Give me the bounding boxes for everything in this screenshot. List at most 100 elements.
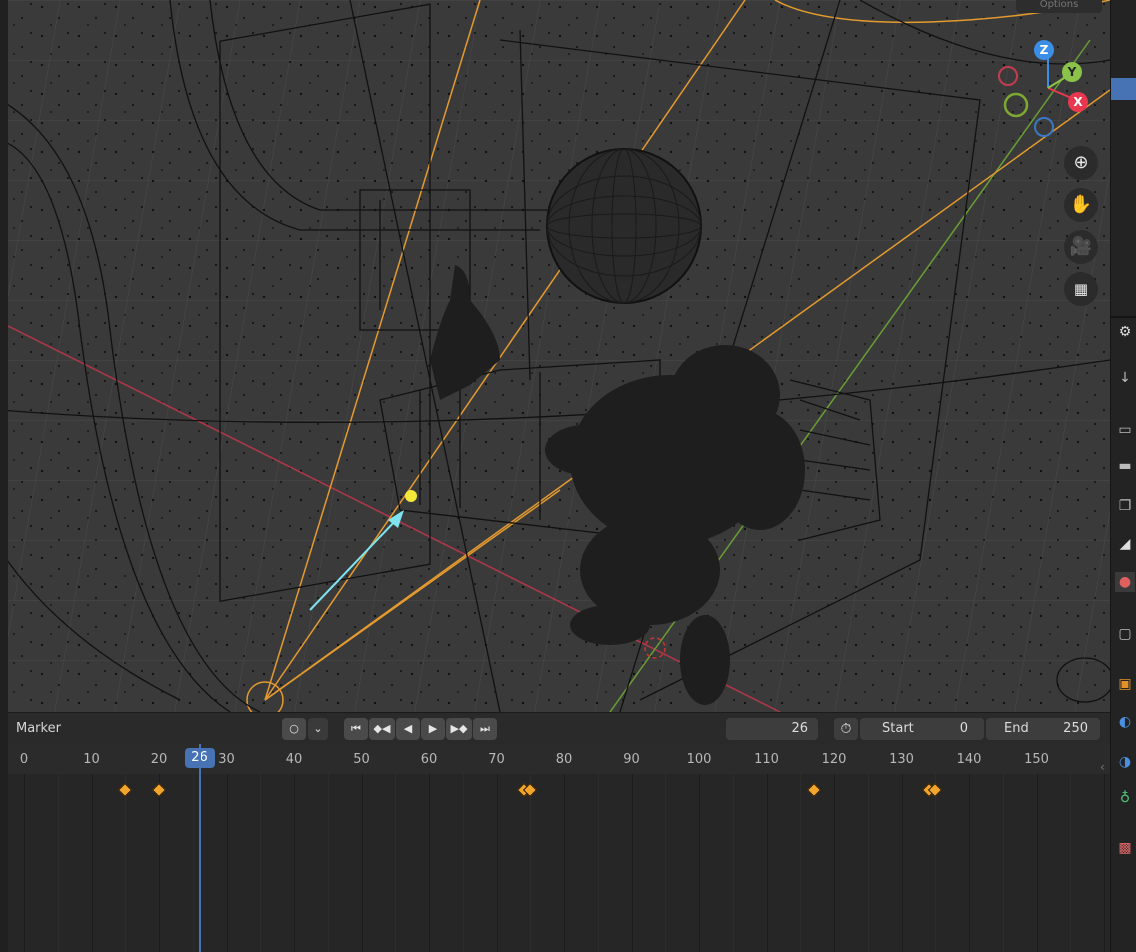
frame-gridline: [935, 774, 937, 952]
neg-y-axis-icon: [1003, 92, 1029, 118]
prev-keyframe-icon[interactable]: ◆◀: [369, 718, 395, 740]
keyframe-diamond[interactable]: [806, 782, 821, 798]
frame-gridline: [1104, 774, 1105, 952]
start-frame-field[interactable]: Start 0: [860, 718, 984, 740]
frame-gridline: [294, 774, 295, 952]
frame-gridline: [361, 774, 363, 952]
scene-icon[interactable]: ❐: [1115, 496, 1135, 516]
ruler-tick-label: 150: [1024, 752, 1049, 767]
frame-gridline: [732, 774, 734, 952]
frame-gridline: [395, 774, 397, 952]
light-origin-dot: [405, 490, 417, 502]
ruler-tick-label: 70: [488, 752, 505, 767]
viewport-scene: [0, 0, 1110, 712]
end-frame-field[interactable]: End 250: [986, 718, 1100, 740]
start-label: Start: [882, 721, 914, 736]
frame-gridline: [699, 774, 700, 952]
ruler-tick-label: 140: [956, 752, 982, 767]
camera-view-icon[interactable]: 🎥: [1064, 230, 1098, 264]
timeline-header: Marker ○ ⌄ ⏮ ◆◀ ◀ ▶ ▶◆ ⏭ 26 ⏱ Start 0 En…: [8, 712, 1110, 745]
object-icon[interactable]: ●: [1115, 572, 1135, 592]
svg-text:Z: Z: [1040, 43, 1049, 57]
ruler-tick-label: 90: [623, 752, 640, 767]
frame-gridline: [901, 774, 903, 952]
timeline-ruler[interactable]: 010203040506070809010011012013014015026: [8, 744, 1110, 774]
navigation-gizmo[interactable]: Z Y X: [996, 36, 1100, 140]
svg-text:Y: Y: [1067, 65, 1077, 79]
properties-tab-strip: ⚙ ↓ ▭ ▬ ❐ ◢ ● ▢ ▣ ◐ ◑ ♁ ▩: [1110, 0, 1136, 952]
frame-gridline: [766, 774, 768, 952]
pan-hand-icon[interactable]: ✋: [1064, 188, 1098, 222]
frame-gridline: [969, 774, 970, 952]
chevron-down-icon[interactable]: ⌄: [308, 718, 328, 740]
ruler-tick-label: 110: [754, 752, 779, 767]
jump-to-end-icon[interactable]: ⏭: [473, 718, 497, 740]
current-frame-field[interactable]: 26: [726, 718, 818, 740]
end-label: End: [1004, 721, 1029, 736]
options-tab[interactable]: Options: [1016, 0, 1102, 13]
frame-gridline: [631, 774, 633, 952]
neg-z-axis-icon: [1034, 117, 1054, 137]
left-editor-edge: [0, 0, 8, 952]
data-icon[interactable]: ▩: [1115, 838, 1135, 858]
frame-gridline: [159, 774, 160, 952]
particles-icon[interactable]: ◐: [1115, 712, 1135, 732]
ruler-tick-label: 10: [83, 752, 100, 767]
frame-gridline: [1036, 774, 1038, 952]
ruler-tick-label: 40: [285, 752, 303, 767]
stopwatch-icon[interactable]: ⏱: [834, 718, 858, 740]
frame-gridline: [57, 774, 59, 952]
start-value: 0: [959, 721, 968, 736]
frame-gridline: [834, 774, 835, 952]
frame-gridline: [597, 774, 599, 952]
ruler-tick-label: 130: [889, 752, 914, 767]
modifier-icon[interactable]: ▣: [1115, 674, 1135, 694]
frame-gridline: [24, 774, 25, 952]
wireframe-sphere: [546, 148, 702, 304]
jump-to-start-icon[interactable]: ⏮: [344, 718, 368, 740]
view-layer-icon[interactable]: ▬: [1115, 456, 1135, 476]
ruler-tick-label: 100: [686, 752, 712, 767]
frame-gridline: [429, 774, 430, 952]
ruler-tick-label: 80: [555, 752, 573, 767]
keyframe-track[interactable]: [8, 774, 1110, 952]
play-icon[interactable]: ▶: [421, 718, 445, 740]
render-icon[interactable]: ↓: [1115, 368, 1135, 388]
frame-gridline: [260, 774, 262, 952]
record-circle-icon[interactable]: ○: [282, 718, 306, 740]
frame-gridline: [1070, 774, 1072, 952]
frame-gridline: [530, 774, 532, 952]
end-value: 250: [1063, 721, 1088, 736]
collection-icon[interactable]: ▢: [1115, 624, 1135, 644]
orthographic-grid-icon[interactable]: ▦: [1064, 272, 1098, 306]
ruler-tick-label: 50: [353, 752, 370, 767]
constraints-icon[interactable]: ♁: [1115, 788, 1135, 808]
next-keyframe-icon[interactable]: ▶◆: [446, 718, 472, 740]
ruler-tick-label: 20: [150, 752, 168, 767]
frame-gridline: [1002, 774, 1004, 952]
frame-gridline: [564, 774, 565, 952]
3d-viewport[interactable]: Options Z Y X ⊕ ✋ 🎥 ▦: [0, 0, 1110, 712]
play-reverse-icon[interactable]: ◀: [396, 718, 420, 740]
neg-x-axis-icon: [998, 66, 1018, 86]
active-tab-indicator: [1111, 78, 1136, 100]
frame-gridline: [867, 774, 869, 952]
ruler-tick-label: 60: [420, 752, 438, 767]
svg-text:X: X: [1073, 95, 1083, 109]
physics-icon[interactable]: ◑: [1115, 752, 1135, 772]
keyframe-diamond[interactable]: [151, 782, 167, 798]
marker-menu[interactable]: Marker: [16, 721, 61, 736]
keyframe-diamond[interactable]: [118, 782, 133, 798]
output-icon[interactable]: ▭: [1115, 420, 1135, 440]
tool-icon[interactable]: ⚙: [1115, 322, 1135, 342]
frame-gridline: [91, 774, 93, 952]
divider: [1111, 316, 1136, 318]
frame-gridline: [327, 774, 329, 952]
frame-gridline: [462, 774, 464, 952]
zoom-icon[interactable]: ⊕: [1064, 146, 1098, 180]
ruler-tick-label: 0: [19, 752, 29, 767]
frame-gridline: [800, 774, 802, 952]
playhead[interactable]: [198, 744, 201, 952]
frame-gridline: [665, 774, 667, 952]
world-icon[interactable]: ◢: [1115, 534, 1135, 554]
